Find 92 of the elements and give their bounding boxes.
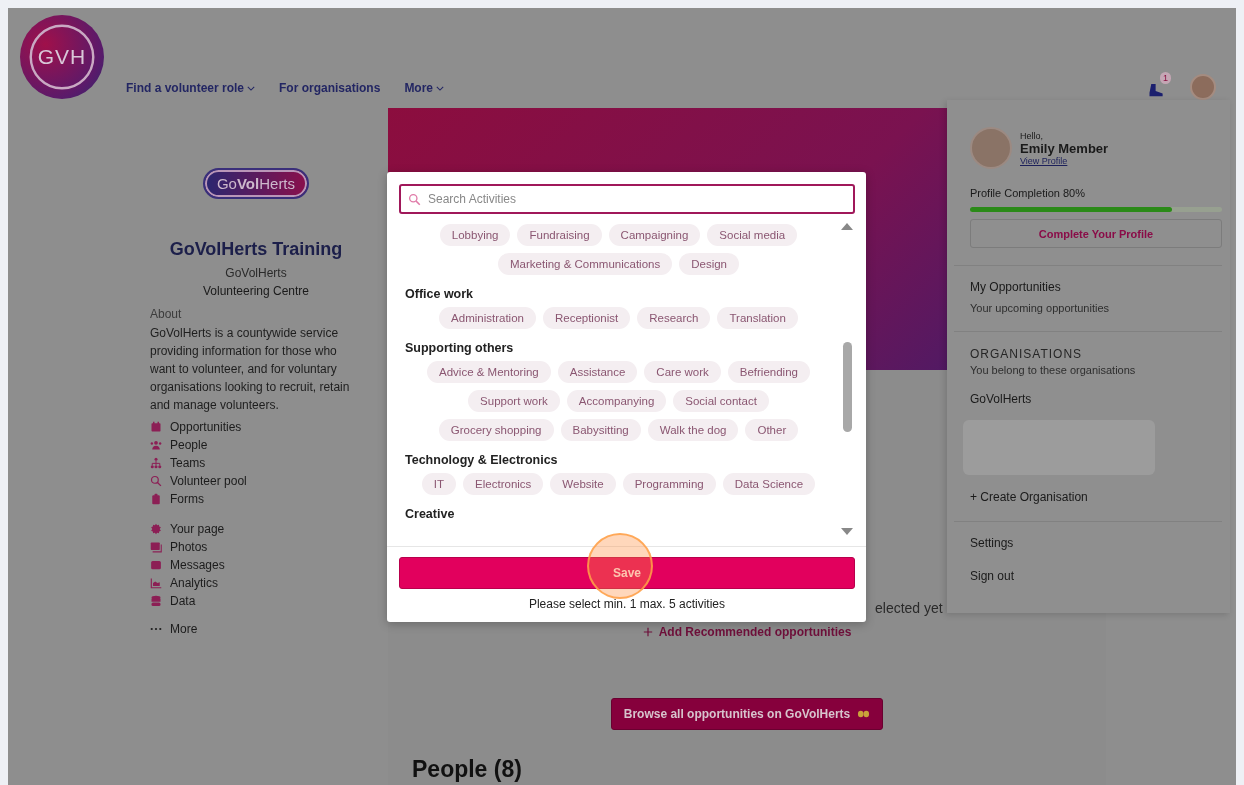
create-organisation-link[interactable]: + Create Organisation <box>970 490 1222 504</box>
caret-icon <box>247 85 256 91</box>
nav-link[interactable]: Find a volunteer role <box>126 81 256 95</box>
hands-icon <box>857 710 871 718</box>
hint-text: Your upcoming opportunities <box>970 302 1111 314</box>
greeting-text: Hello, <box>1020 130 1044 141</box>
sidebar-menu-item[interactable]: Volunteer pool <box>170 474 247 488</box>
user-avatar <box>970 127 1012 169</box>
activity-chip[interactable]: IT <box>421 473 457 495</box>
activity-chip[interactable]: Receptionist <box>542 307 631 329</box>
sidebar-menu-item[interactable]: Messages <box>170 558 225 572</box>
section-heading: ORGANISATIONS <box>970 347 1084 361</box>
activity-chip[interactable]: Care work <box>644 361 721 383</box>
sign-out-link[interactable]: Sign out <box>970 569 1222 583</box>
govolherts-logo: GoVolHerts <box>202 168 310 199</box>
sidebar-menu-item[interactable]: Analytics <box>170 576 219 590</box>
more-dots-icon <box>150 627 162 631</box>
hierarchy-icon <box>150 457 162 469</box>
activity-chip[interactable]: Electronics <box>463 473 544 495</box>
organisation-link[interactable]: GoVolHerts <box>970 392 1222 406</box>
category-heading: Technology & Electronics <box>405 453 559 467</box>
activity-chip[interactable]: Website <box>550 473 616 495</box>
activity-chip[interactable]: Babysitting <box>560 419 641 441</box>
status-text: elected yet <box>875 600 943 616</box>
about-text: GoVolHerts is a countywide service providing information for those who want to volunteer, and for voluntary organisations looking to recruit, retain and manage volunteers. <box>150 325 351 414</box>
browse-opportunities-button[interactable]: Browse all opportunities on GoVolHerts <box>610 698 884 730</box>
activity-chip[interactable]: Grocery shopping <box>438 419 554 441</box>
clipboard-icon <box>150 493 162 505</box>
hint-text: You belong to these organisations <box>970 364 1137 376</box>
activity-chip[interactable]: Advice & Mentoring <box>427 361 551 383</box>
user-name: Emily Member <box>1020 140 1109 156</box>
activity-chip[interactable]: Administration <box>439 307 536 329</box>
organisation-name: GoVolHerts <box>224 266 288 280</box>
activity-chip[interactable]: Marketing & Communications <box>498 253 673 275</box>
plus-icon <box>642 627 653 637</box>
selection-hint: Please select min. 1 max. 5 activities <box>528 597 726 611</box>
sidebar-menu-item[interactable]: Opportunities <box>170 420 242 434</box>
profile-completion-label: Profile Completion 80% <box>970 187 1086 199</box>
activity-chip[interactable]: Research <box>637 307 711 329</box>
sidebar-menu-item[interactable]: Photos <box>170 540 208 554</box>
activity-chip[interactable]: Lobbying <box>439 224 511 246</box>
activity-chip[interactable]: Accompanying <box>566 390 667 412</box>
activity-chip[interactable]: Design <box>679 253 739 275</box>
category-heading: Office work <box>405 287 475 301</box>
sidebar-more-link[interactable]: More <box>170 622 198 636</box>
people-heading: People (8) <box>412 756 523 783</box>
activity-chip[interactable]: Data Science <box>722 473 816 495</box>
search-field[interactable]: Search Activities <box>399 184 855 214</box>
nav-link[interactable]: For organisations <box>279 81 381 95</box>
nav-link[interactable]: More <box>404 81 445 95</box>
sidebar-menu-item[interactable]: People <box>170 438 208 452</box>
people-icon <box>150 439 162 451</box>
notification-icon[interactable] <box>1148 83 1165 97</box>
complete-profile-button[interactable]: Complete Your Profile <box>970 219 1222 248</box>
inbox-icon <box>150 559 162 571</box>
sidebar-menu-item[interactable]: Data <box>170 594 196 608</box>
scroll-up-icon[interactable] <box>841 222 853 230</box>
activity-chip[interactable]: Walk the dog <box>647 419 739 441</box>
my-opportunities-link[interactable]: My Opportunities <box>970 280 1222 294</box>
sidebar-menu-item[interactable]: Your page <box>170 522 225 536</box>
activity-chip[interactable]: Assistance <box>557 361 638 383</box>
notification-count: 1 <box>1160 72 1171 84</box>
chart-icon <box>150 577 162 589</box>
sidebar-menu-item[interactable]: Forms <box>170 492 204 506</box>
photos-icon <box>150 541 162 553</box>
organisation-title: GoVolHerts Training <box>168 239 344 260</box>
category-heading: Creative <box>405 507 456 521</box>
activity-chip[interactable]: Programming <box>622 473 716 495</box>
activity-chip[interactable]: Befriending <box>727 361 810 383</box>
add-recommended-link[interactable]: Add Recommended opportunities <box>642 625 852 639</box>
scroll-down-icon[interactable] <box>841 528 853 536</box>
activity-chip[interactable]: Campaigning <box>608 224 701 246</box>
about-label: About <box>150 307 183 321</box>
view-profile-link[interactable]: View Profile <box>1020 155 1109 166</box>
activity-chip[interactable]: Translation <box>717 307 798 329</box>
database-icon <box>150 595 162 607</box>
activity-chip[interactable]: Fundraising <box>517 224 602 246</box>
activity-chip[interactable]: Support work <box>468 390 560 412</box>
category-heading: Supporting others <box>405 341 515 355</box>
settings-link[interactable]: Settings <box>970 536 1222 550</box>
activity-chip[interactable]: Social contact <box>673 390 769 412</box>
search-icon <box>150 475 162 487</box>
calendar-icon <box>150 421 162 433</box>
activity-chip[interactable]: Social media <box>707 224 798 246</box>
scrollbar-thumb[interactable] <box>842 342 852 432</box>
gvh-logo[interactable]: GVH <box>20 15 104 99</box>
activity-chip[interactable]: Other <box>745 419 799 441</box>
gear-icon <box>150 523 162 535</box>
sidebar-menu-item[interactable]: Teams <box>170 456 206 470</box>
organisation-type: Volunteering Centre <box>201 284 311 298</box>
caret-icon <box>436 85 445 91</box>
save-button[interactable]: Save <box>399 557 855 589</box>
